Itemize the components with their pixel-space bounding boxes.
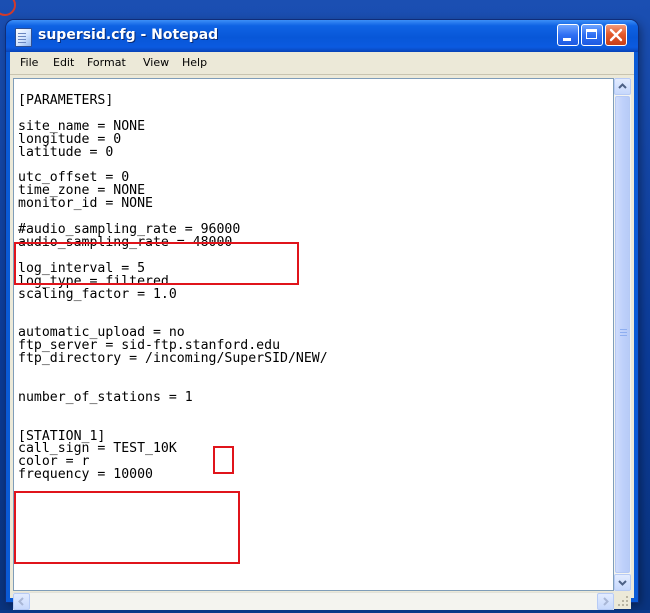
resize-grip-icon[interactable] — [614, 592, 631, 609]
scroll-right-button[interactable] — [597, 593, 614, 610]
chevron-up-icon — [618, 83, 627, 89]
chevron-right-icon — [603, 597, 609, 606]
vertical-scrollbar[interactable] — [614, 78, 631, 591]
audio-sampling-highlight-box — [14, 242, 299, 285]
station-block-highlight-box — [14, 491, 240, 564]
menu-bar: File Edit Format View Help — [10, 52, 634, 75]
menu-edit[interactable]: Edit — [53, 56, 74, 69]
menu-help[interactable]: Help — [182, 56, 207, 69]
config-file-text[interactable]: [PARAMETERS] site_name = NONE longitude … — [18, 94, 328, 482]
minimize-icon — [563, 38, 571, 41]
close-icon — [609, 28, 623, 42]
size-grip-dots — [618, 596, 628, 606]
scroll-up-button[interactable] — [614, 78, 631, 95]
chevron-left-icon — [18, 597, 24, 606]
window-title: supersid.cfg - Notepad — [38, 27, 219, 43]
title-bar[interactable]: supersid.cfg - Notepad — [6, 20, 638, 52]
menu-format[interactable]: Format — [87, 56, 126, 69]
number-of-stations-highlight-box — [213, 446, 234, 474]
close-button[interactable] — [605, 24, 627, 46]
menu-file[interactable]: File — [20, 56, 38, 69]
scroll-grip-icon — [620, 329, 627, 337]
minimize-button[interactable] — [557, 24, 579, 46]
maximize-button[interactable] — [581, 24, 603, 46]
notepad-icon[interactable] — [15, 28, 32, 47]
scroll-left-button[interactable] — [13, 593, 30, 610]
chevron-down-icon — [618, 580, 627, 586]
notepad-window: supersid.cfg - Notepad File Edit Format … — [6, 20, 638, 610]
menu-view[interactable]: View — [143, 56, 169, 69]
vertical-scroll-thumb[interactable] — [615, 96, 630, 573]
scroll-down-button[interactable] — [614, 574, 631, 591]
horizontal-scrollbar[interactable] — [13, 592, 614, 610]
client-area: [PARAMETERS] site_name = NONE longitude … — [10, 75, 634, 610]
maximize-icon — [586, 29, 597, 39]
text-editor-area[interactable]: [PARAMETERS] site_name = NONE longitude … — [13, 78, 614, 591]
